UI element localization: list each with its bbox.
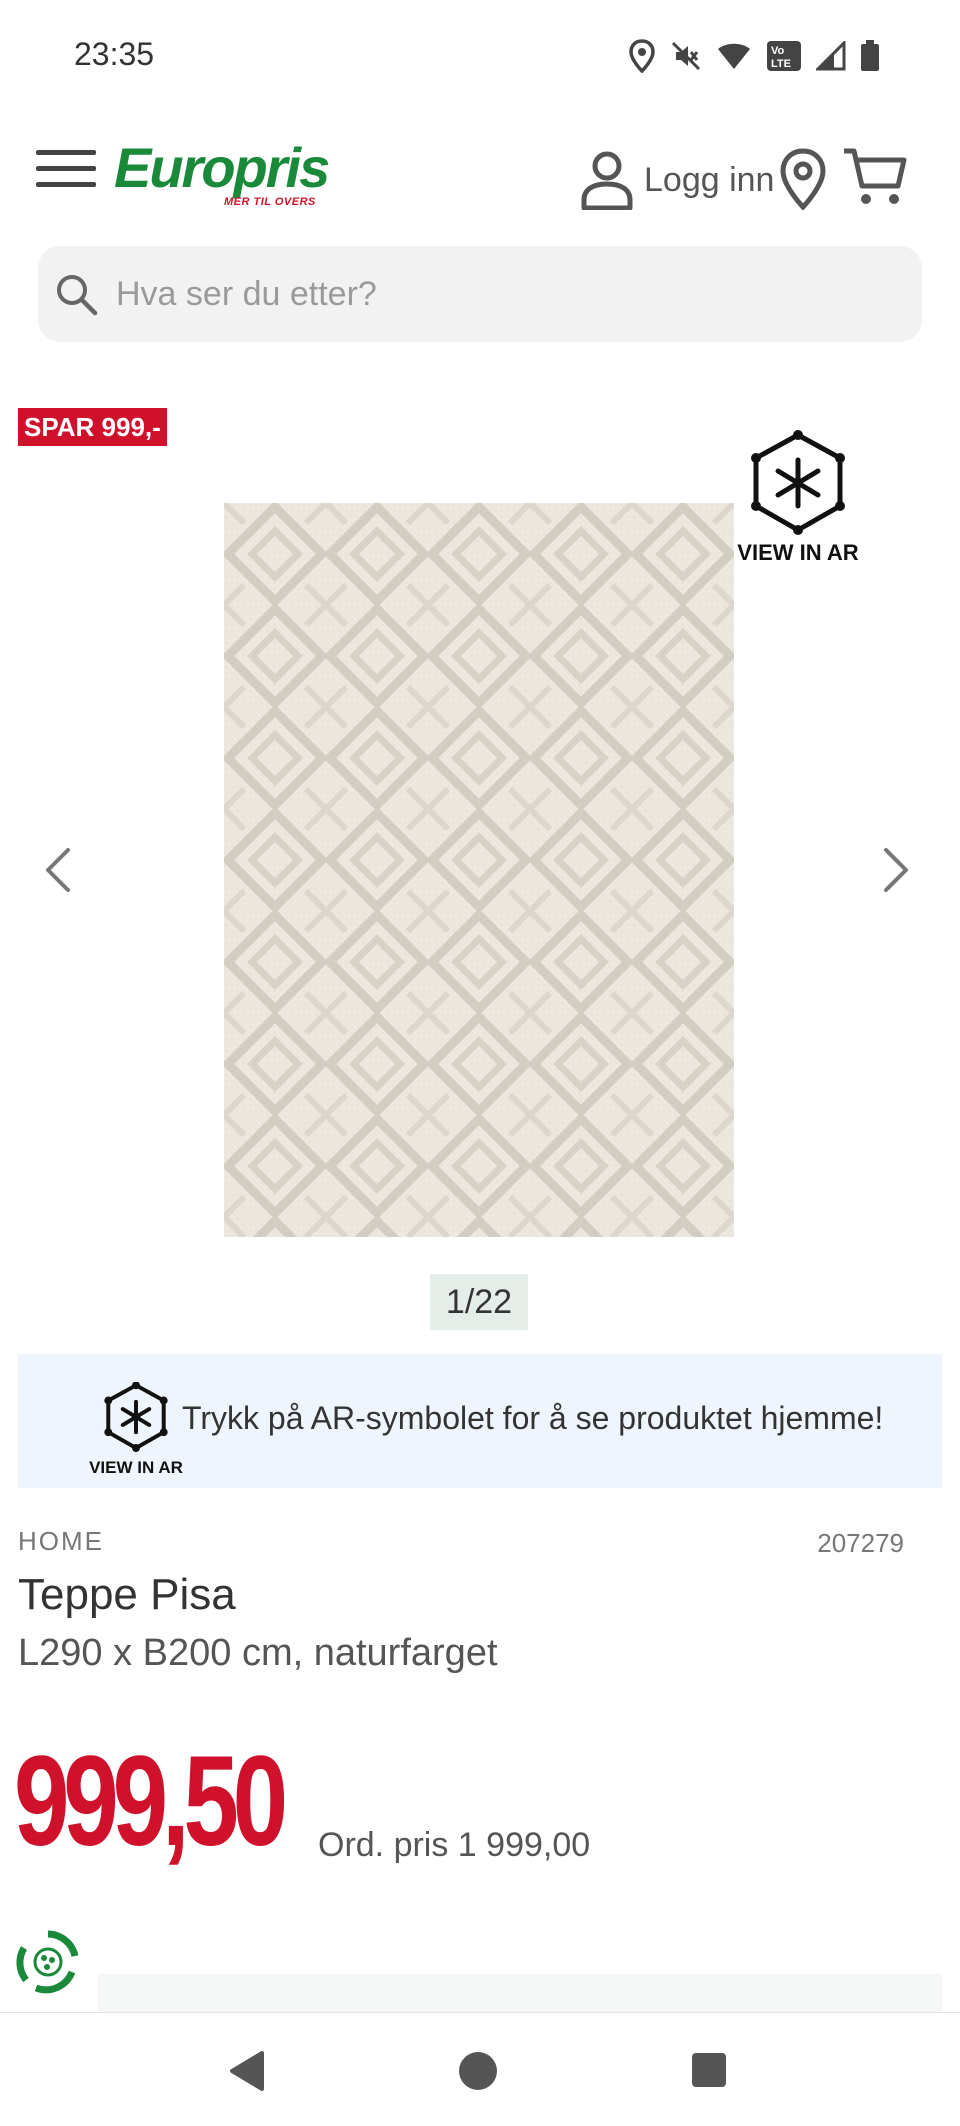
logo-text: Europris: [114, 136, 330, 199]
back-icon[interactable]: [226, 2049, 266, 2093]
search-bar[interactable]: [38, 246, 922, 342]
menu-button[interactable]: [36, 146, 98, 192]
home-icon[interactable]: [456, 2049, 500, 2093]
cart-icon[interactable]: [842, 146, 908, 208]
svg-text:LTE: LTE: [771, 58, 791, 70]
search-icon: [57, 275, 98, 316]
recents-icon[interactable]: [690, 2051, 728, 2089]
signal-icon: [816, 41, 846, 71]
ar-info-banner[interactable]: VIEW IN AR Trykk på AR-symbolet for å se…: [18, 1354, 942, 1488]
menu-icon-bar: [36, 166, 96, 171]
login-label: Logg inn: [644, 160, 775, 199]
image-counter: 1/22: [430, 1274, 528, 1330]
ar-banner-text: Trykk på AR-symbolet for å se produktet …: [182, 1400, 884, 1436]
wifi-icon: [718, 43, 750, 69]
ar-button-label: VIEW IN AR: [737, 540, 859, 565]
europris-logo[interactable]: Europris MER TIL OVERS: [114, 140, 330, 210]
product-image[interactable]: [224, 503, 734, 1237]
android-nav-bar: [0, 2012, 960, 2126]
recycle-icon: [16, 1930, 79, 1994]
user-icon: [581, 151, 633, 210]
ar-banner-icon-label: VIEW IN AR: [89, 1458, 183, 1477]
product-variant: L290 x B200 cm, naturfarget: [18, 1632, 498, 1674]
previous-image-arrow-icon[interactable]: [30, 840, 90, 900]
menu-icon-bar: [36, 182, 96, 187]
app-screen: 23:35 Vo LTE Europris MER TIL OVERS Logg…: [0, 0, 960, 2126]
store-locator-icon[interactable]: [778, 148, 828, 210]
status-bar: 23:35 Vo LTE: [0, 0, 960, 110]
status-time: 23:35: [74, 36, 155, 72]
product-title: Teppe Pisa: [18, 1570, 236, 1619]
product-price: 999,50: [14, 1730, 288, 1873]
mute-icon: [671, 41, 701, 71]
login-button[interactable]: Logg inn: [580, 148, 774, 212]
ar-cube-icon: [751, 430, 845, 535]
svg-text:Vo: Vo: [771, 45, 785, 57]
menu-icon: [36, 150, 96, 155]
volte-icon: Vo LTE: [767, 41, 801, 71]
ar-banner-icon-group: VIEW IN AR: [74, 1382, 198, 1478]
ar-cube-icon: [104, 1382, 168, 1452]
ordinary-price: Ord. pris 1 999,00: [318, 1826, 591, 1864]
view-in-ar-button[interactable]: VIEW IN AR: [730, 430, 866, 570]
logo-tagline: MER TIL OVERS: [224, 196, 316, 208]
sale-badge: SPAR 999,-: [18, 408, 167, 446]
product-brand[interactable]: HOME: [18, 1526, 104, 1557]
status-icons: Vo LTE: [628, 36, 880, 76]
site-header: Europris MER TIL OVERS Logg inn: [0, 130, 960, 230]
battery-icon: [861, 40, 879, 71]
location-icon: [629, 39, 655, 73]
next-image-arrow-icon[interactable]: [864, 840, 924, 900]
product-sku: 207279: [817, 1528, 904, 1558]
search-input[interactable]: [114, 273, 874, 315]
rug-pattern: [224, 503, 734, 1237]
